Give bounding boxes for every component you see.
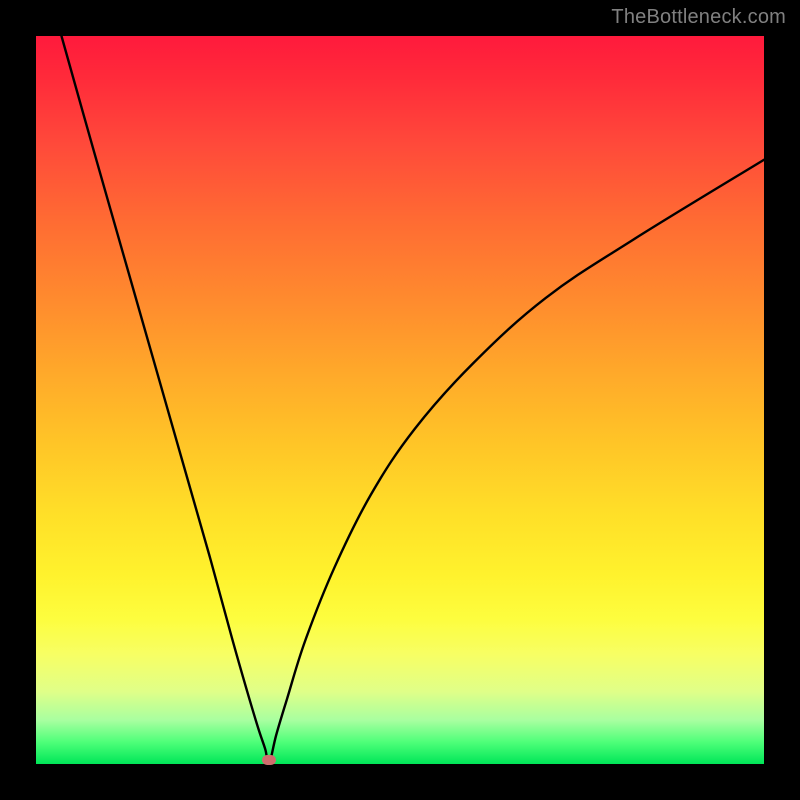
- plot-area: [36, 36, 764, 764]
- bottleneck-curve: [36, 36, 764, 764]
- watermark-text: TheBottleneck.com: [611, 6, 786, 29]
- chart-frame: TheBottleneck.com: [0, 0, 800, 800]
- minimum-marker: [262, 755, 276, 765]
